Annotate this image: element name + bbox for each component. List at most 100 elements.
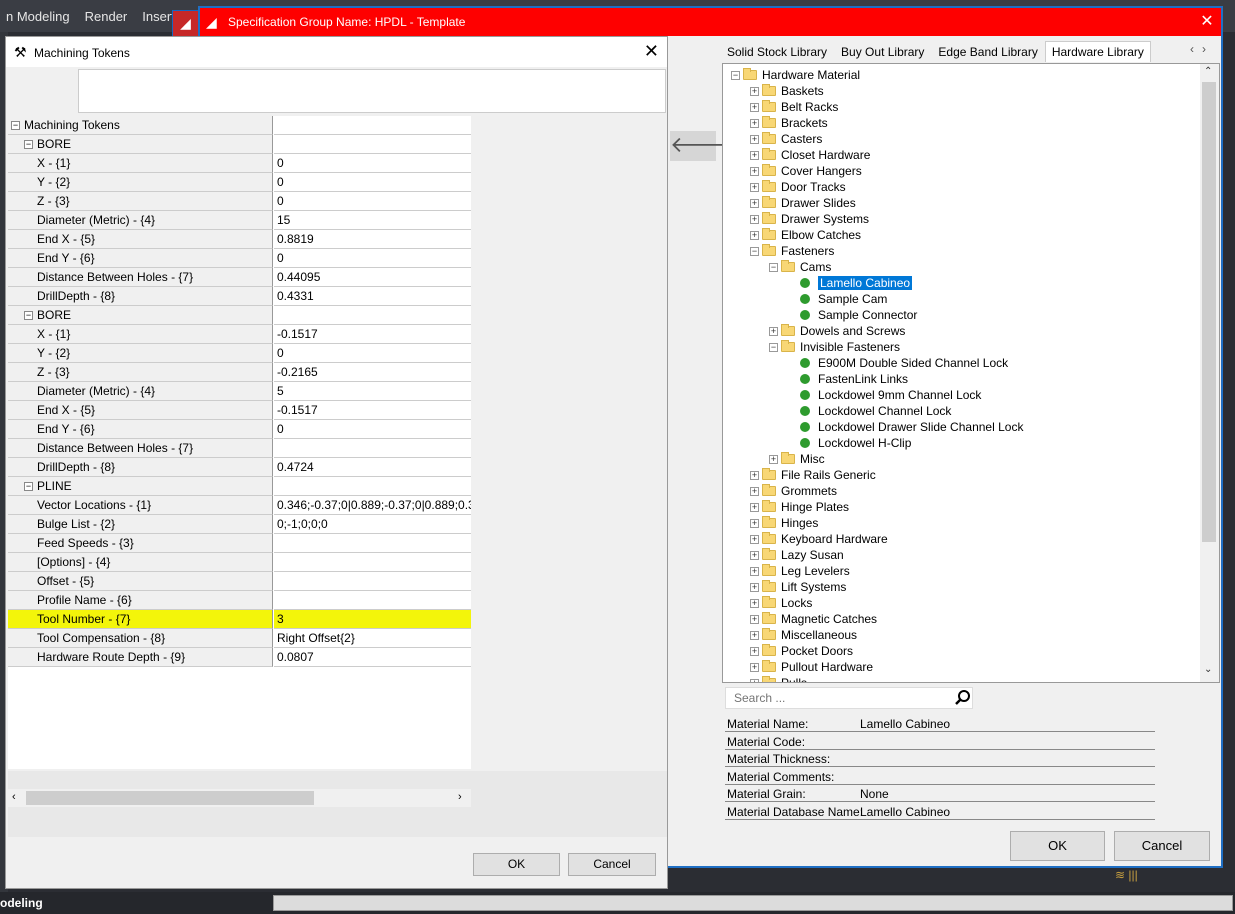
expand-icon[interactable]: + — [750, 582, 759, 592]
tree-folder[interactable]: − Cams — [769, 259, 831, 275]
mt-ok-button[interactable]: OK — [473, 853, 560, 876]
expand-icon[interactable]: + — [750, 518, 759, 528]
token-value[interactable]: 0;-1;0;0;0 — [274, 515, 471, 534]
token-row[interactable]: − PLINE — [8, 477, 471, 496]
expand-icon[interactable]: + — [750, 630, 759, 640]
cad-horizontal-scrollbar[interactable] — [273, 895, 1233, 911]
tree-folder[interactable]: + Hinges — [750, 515, 818, 531]
collapse-icon[interactable]: − — [24, 311, 33, 320]
token-row[interactable]: X - {1} -0.1517 — [8, 325, 471, 344]
token-value[interactable]: Right Offset{2} — [274, 629, 471, 648]
spec-close-button[interactable]: ✕ — [1197, 12, 1217, 32]
token-value[interactable]: 0.4724 — [274, 458, 471, 477]
expand-icon[interactable]: + — [750, 230, 759, 240]
tab-hardware-library[interactable]: Hardware Library — [1044, 41, 1151, 62]
expand-icon[interactable]: + — [750, 598, 759, 608]
tree-folder[interactable]: + Lazy Susan — [750, 547, 844, 563]
token-value[interactable]: 3 — [274, 610, 471, 629]
token-value[interactable] — [274, 572, 471, 591]
token-value[interactable]: 0 — [274, 173, 471, 192]
token-row[interactable]: DrillDepth - {8} 0.4331 — [8, 287, 471, 306]
token-row[interactable]: DrillDepth - {8} 0.4724 — [8, 458, 471, 477]
tree-folder[interactable]: + Belt Racks — [750, 99, 838, 115]
tree-folder[interactable]: + Pullout Hardware — [750, 659, 873, 675]
expand-icon[interactable]: + — [750, 102, 759, 112]
tree-item[interactable]: FastenLink Links — [788, 371, 908, 387]
expand-icon[interactable]: + — [750, 182, 759, 192]
transfer-left-arrow-button[interactable]: 🡐 — [670, 131, 729, 161]
search-input[interactable] — [726, 688, 946, 708]
spec-ok-button[interactable]: OK — [1010, 831, 1105, 861]
token-value[interactable]: -0.1517 — [274, 401, 471, 420]
scroll-right-icon[interactable]: › — [458, 791, 462, 803]
tab-edge-band-library[interactable]: Edge Band Library — [931, 41, 1044, 62]
token-row[interactable]: Y - {2} 0 — [8, 173, 471, 192]
expand-icon[interactable]: + — [750, 550, 759, 560]
tree-folder[interactable]: + Elbow Catches — [750, 227, 861, 243]
token-row[interactable]: Tool Number - {7} 3 — [8, 610, 471, 629]
tree-folder[interactable]: + File Rails Generic — [750, 467, 876, 483]
expand-icon[interactable]: + — [750, 678, 759, 682]
app-logo-icon[interactable]: ◢ — [172, 10, 199, 37]
token-row[interactable]: − BORE — [8, 135, 471, 154]
token-row[interactable]: Bulge List - {2} 0;-1;0;0;0 — [8, 515, 471, 534]
expand-icon[interactable]: + — [750, 134, 759, 144]
token-value[interactable]: 0.44095 — [274, 268, 471, 287]
tree-folder[interactable]: + Drawer Systems — [750, 211, 869, 227]
tree-folder[interactable]: + Grommets — [750, 483, 837, 499]
token-value[interactable]: 0.8819 — [274, 230, 471, 249]
expand-icon[interactable]: + — [769, 454, 778, 464]
grid-horizontal-scrollbar[interactable]: ‹ › — [8, 789, 471, 807]
expand-icon[interactable]: + — [750, 470, 759, 480]
spec-cancel-button[interactable]: Cancel — [1114, 831, 1210, 861]
token-value[interactable]: 0 — [274, 249, 471, 268]
tree-folder[interactable]: + Cover Hangers — [750, 163, 862, 179]
expand-icon[interactable]: + — [750, 566, 759, 576]
token-value[interactable]: 0 — [274, 154, 471, 173]
token-row[interactable]: − BORE — [8, 306, 471, 325]
token-value[interactable] — [274, 306, 471, 325]
expand-icon[interactable]: + — [750, 486, 759, 496]
token-row[interactable]: End Y - {6} 0 — [8, 249, 471, 268]
token-row[interactable]: Offset - {5} — [8, 572, 471, 591]
token-value[interactable]: 0.0807 — [274, 648, 471, 667]
tree-folder[interactable]: + Leg Levelers — [750, 563, 850, 579]
tree-item[interactable]: E900M Double Sided Channel Lock — [788, 355, 1008, 371]
tree-folder[interactable]: − Fasteners — [750, 243, 834, 259]
tree-scroll-thumb[interactable] — [1202, 82, 1216, 542]
mt-close-button[interactable]: ✕ — [644, 41, 659, 62]
expand-icon[interactable]: + — [750, 502, 759, 512]
tree-folder[interactable]: + Keyboard Hardware — [750, 531, 888, 547]
token-row[interactable]: − Machining Tokens — [8, 116, 471, 135]
token-row[interactable]: Hardware Route Depth - {9} 0.0807 — [8, 648, 471, 667]
tree-folder[interactable]: + Brackets — [750, 115, 828, 131]
token-row[interactable]: [Options] - {4} — [8, 553, 471, 572]
tree-folder[interactable]: + Casters — [750, 131, 822, 147]
tree-item[interactable]: Sample Connector — [788, 307, 917, 323]
token-value[interactable] — [274, 477, 471, 496]
tree-item[interactable]: Lamello Cabineo — [788, 275, 913, 291]
tree-folder[interactable]: + Lift Systems — [750, 579, 846, 595]
scroll-left-icon[interactable]: ‹ — [12, 791, 16, 803]
tree-folder[interactable]: + Closet Hardware — [750, 147, 870, 163]
tree-folder[interactable]: + Pulls — [750, 675, 807, 682]
mt-cancel-button[interactable]: Cancel — [568, 853, 656, 876]
tree-item[interactable]: Sample Cam — [788, 291, 887, 307]
token-row[interactable]: Distance Between Holes - {7} 0.44095 — [8, 268, 471, 287]
tree-item[interactable]: Lockdowel Drawer Slide Channel Lock — [788, 419, 1023, 435]
token-row[interactable]: End X - {5} -0.1517 — [8, 401, 471, 420]
token-value[interactable]: 0.346;-0.37;0|0.889;-0.37;0|0.889;0.37;0 — [274, 496, 471, 515]
expand-icon[interactable]: + — [750, 646, 759, 656]
token-value[interactable]: 5 — [274, 382, 471, 401]
grid-scroll-thumb[interactable] — [26, 791, 314, 805]
tree-folder[interactable]: + Dowels and Screws — [769, 323, 905, 339]
token-value[interactable] — [274, 439, 471, 458]
menu-render[interactable]: Render — [79, 9, 137, 24]
collapse-icon[interactable]: − — [731, 70, 740, 80]
token-value[interactable]: 0.4331 — [274, 287, 471, 306]
tree-folder[interactable]: − Hardware Material — [731, 67, 860, 83]
token-row[interactable]: Profile Name - {6} — [8, 591, 471, 610]
token-value[interactable] — [274, 591, 471, 610]
token-value[interactable]: -0.2165 — [274, 363, 471, 382]
token-value[interactable] — [274, 534, 471, 553]
